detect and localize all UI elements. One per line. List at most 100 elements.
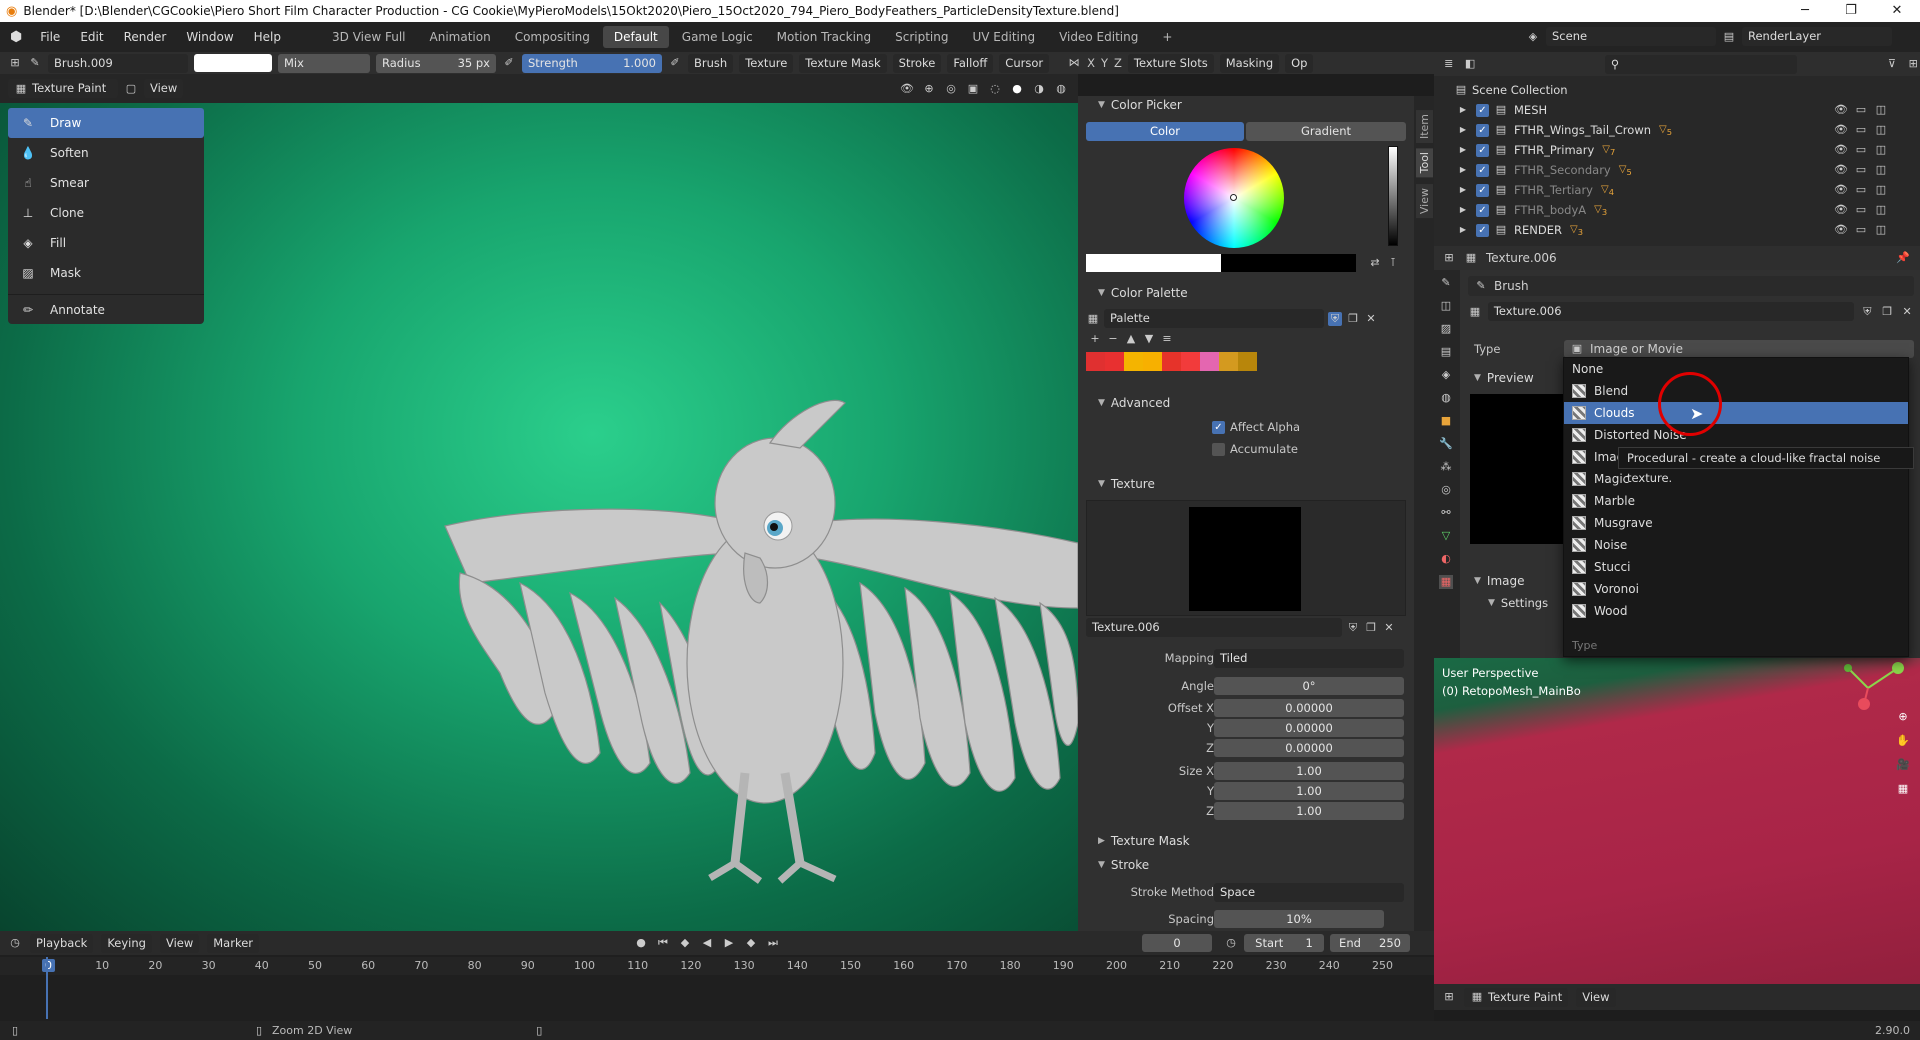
menu-window[interactable]: Window [176, 30, 243, 44]
editor-type-icon[interactable]: ≣ [1442, 57, 1455, 71]
visibility-icon[interactable]: 👁 [1834, 183, 1848, 197]
mask-toggle-icon[interactable]: ▢ [124, 82, 138, 96]
jump-start-icon[interactable]: ⏮ [656, 936, 670, 950]
type-option[interactable]: Magic [1564, 468, 1908, 490]
offset-z-field[interactable]: 0.00000 [1214, 739, 1404, 757]
menu-texture-slots[interactable]: Texture Slots [1127, 53, 1214, 73]
menu-texture-mask[interactable]: Texture Mask [799, 53, 887, 73]
current-frame-field[interactable]: 0 [1142, 934, 1212, 952]
xray-icon[interactable]: ▣ [966, 82, 980, 96]
type-option[interactable]: Musgrave [1564, 512, 1908, 534]
texture-mask-header[interactable]: ▶ Texture Mask [1098, 834, 1190, 848]
outliner-row[interactable]: ▶ ✓ ▤ FTHR_Primary ▽7 👁 ▭ ◫ [1454, 140, 1920, 160]
blender-menu-icon[interactable]: ⬢ [10, 29, 22, 45]
expand-icon[interactable]: ▶ [1456, 163, 1470, 177]
tab-tool[interactable]: Tool [1416, 148, 1433, 178]
navigation-gizmo[interactable] [1824, 658, 1920, 718]
viewport2-view-menu[interactable]: View [1576, 987, 1616, 1007]
expand-icon[interactable]: ▶ [1456, 123, 1470, 137]
menu-render[interactable]: Render [114, 30, 177, 44]
particles-tab-icon[interactable]: ⁂ [1439, 460, 1453, 474]
pan-hand-icon[interactable]: ✋ [1896, 734, 1910, 748]
color-picker-header[interactable]: ▼ Color Picker [1098, 98, 1182, 112]
stroke-method-dropdown[interactable]: Space [1214, 883, 1404, 902]
offset-y-field[interactable]: 0.00000 [1214, 719, 1404, 737]
unlink-icon[interactable]: ✕ [1364, 312, 1378, 326]
outliner-row[interactable]: ▶ ✓ ▤ FTHR_Wings_Tail_Crown ▽5 👁 ▭ ◫ [1454, 120, 1920, 140]
tool-fill[interactable]: ◈ Fill [8, 228, 204, 258]
render-icon[interactable]: ◫ [1874, 223, 1888, 237]
spacing-field[interactable]: 10% [1214, 910, 1384, 928]
swap-colors-icon[interactable]: ⇄ [1368, 256, 1382, 270]
outliner-row[interactable]: ▶ ✓ ▤ FTHR_Tertiary ▽4 👁 ▭ ◫ [1454, 180, 1920, 200]
tab-3d-view-full[interactable]: 3D View Full [321, 26, 417, 48]
mapping-dropdown[interactable]: Tiled [1214, 649, 1404, 668]
playhead[interactable] [46, 957, 48, 1019]
palette-icon[interactable]: ▦ [1086, 312, 1100, 326]
modifier-tab-icon[interactable]: 🔧 [1439, 437, 1453, 451]
render-icon[interactable]: ◫ [1874, 183, 1888, 197]
stroke-header[interactable]: ▼ Stroke [1098, 858, 1149, 872]
palette-swatch[interactable] [1086, 352, 1105, 371]
viewport-view-menu[interactable]: View [144, 79, 184, 98]
type-option[interactable]: Marble [1564, 490, 1908, 512]
tab-animation[interactable]: Animation [419, 26, 502, 48]
strength-field[interactable]: Strength 1.000 [522, 53, 662, 73]
size-z-field[interactable]: 1.00 [1214, 802, 1404, 820]
add-icon[interactable]: + [1088, 332, 1102, 346]
viewport-icon[interactable]: ▭ [1854, 123, 1868, 137]
menu-file[interactable]: File [30, 30, 70, 44]
viewport-icon[interactable]: ▭ [1854, 143, 1868, 157]
play-reverse-icon[interactable]: ◀ [700, 936, 714, 950]
tab-video-editing[interactable]: Video Editing [1048, 26, 1149, 48]
object-tab-icon[interactable]: ■ [1439, 414, 1453, 428]
menu-brush[interactable]: Brush [688, 53, 734, 73]
outliner-row[interactable]: ▶ ✓ ▤ FTHR_bodyA ▽3 👁 ▭ ◫ [1454, 200, 1920, 220]
frame-ruler[interactable]: 0 10 20 30 40 50 60 70 80 90 100 110 120 130 140 150 160… [0, 957, 1434, 975]
zoom-icon[interactable]: ⊕ [1896, 710, 1910, 724]
menu-options[interactable]: Op [1285, 53, 1314, 73]
visibility-icon[interactable]: 👁 [1834, 103, 1848, 117]
tool-draw[interactable]: ✎ Draw [8, 108, 204, 138]
grid-icon[interactable]: ▦ [1896, 782, 1910, 796]
move-down-icon[interactable]: ▼ [1142, 332, 1156, 346]
angle-field[interactable]: 0° [1214, 677, 1404, 695]
editor-type-icon[interactable]: ◷ [8, 936, 22, 950]
tool-clone[interactable]: ⊥ Clone [8, 198, 204, 228]
scene-selector[interactable]: Scene [1546, 27, 1716, 46]
menu-masking[interactable]: Masking [1219, 53, 1280, 73]
type-option[interactable]: None [1564, 358, 1908, 380]
texture-tab-icon[interactable]: ▦ [1439, 575, 1453, 589]
strength-pressure-icon[interactable]: ✐ [668, 56, 682, 70]
menu-keying[interactable]: Keying [101, 933, 152, 953]
palette-swatch[interactable] [1162, 352, 1181, 371]
menu-marker[interactable]: Marker [207, 933, 260, 953]
image-header[interactable]: ▼ Image [1474, 574, 1525, 588]
exclude-checkbox[interactable]: ✓ [1476, 183, 1489, 197]
viewport-3d-secondary[interactable]: User Perspective (0) RetopoMesh_MainBo ⊕… [1434, 658, 1920, 1010]
close-button[interactable]: ✕ [1874, 0, 1920, 22]
menu-cursor[interactable]: Cursor [999, 53, 1050, 73]
palette-swatch[interactable] [1124, 352, 1143, 371]
pressure-icon[interactable]: ✐ [502, 56, 516, 70]
viewport-icon[interactable]: ▭ [1854, 223, 1868, 237]
type-option[interactable]: Noise [1564, 534, 1908, 556]
texture-datablock-name[interactable]: Texture.006 [1487, 302, 1855, 321]
expand-icon[interactable]: ▶ [1456, 223, 1470, 237]
visibility-icon[interactable]: 👁 [1834, 203, 1848, 217]
accumulate-checkbox[interactable]: Accumulate [1212, 442, 1298, 456]
render-icon[interactable]: ◫ [1874, 123, 1888, 137]
editor-type-icon[interactable]: ⊞ [1442, 251, 1456, 265]
mirror-z[interactable]: Z [1114, 56, 1122, 70]
exclude-checkbox[interactable]: ✓ [1476, 203, 1489, 217]
editor-type-icon[interactable]: ⊞ [1442, 990, 1456, 1004]
mirror-x[interactable]: X [1087, 56, 1095, 70]
expand-icon[interactable]: ▶ [1456, 143, 1470, 157]
tool-annotate[interactable]: ✏ Annotate [8, 294, 204, 324]
visibility-icon[interactable]: 👁 [1834, 223, 1848, 237]
view-layer-tab-icon[interactable]: ▤ [1439, 345, 1453, 359]
expand-icon[interactable]: ▶ [1456, 203, 1470, 217]
tab-item[interactable]: Item [1416, 110, 1433, 144]
visibility-icon[interactable]: 👁 [1834, 163, 1848, 177]
material-shading-icon[interactable]: ◑ [1032, 82, 1046, 96]
